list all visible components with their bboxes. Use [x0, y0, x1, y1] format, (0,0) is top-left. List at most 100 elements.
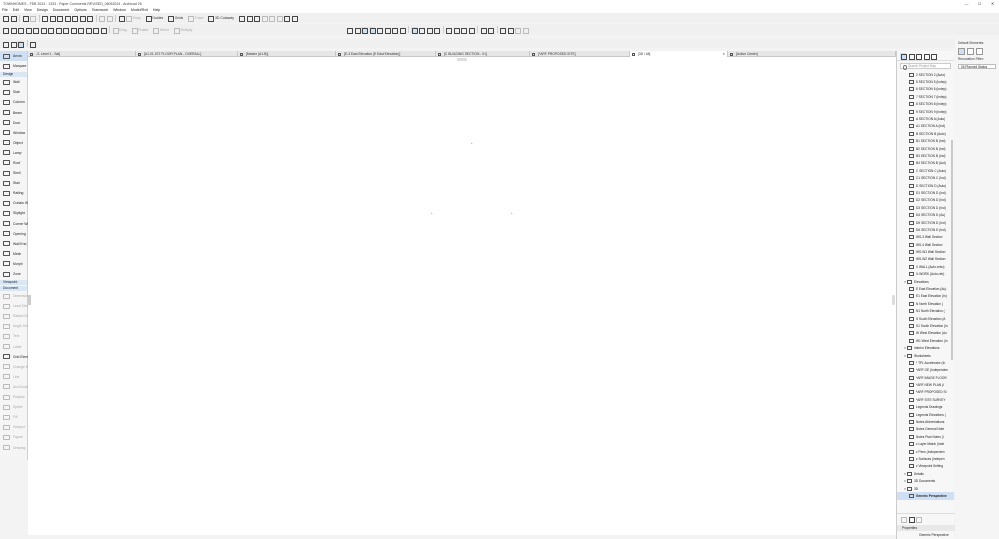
tree-item[interactable]: X-WORK (Auto-reb) — [897, 271, 954, 278]
zoom-out-icon[interactable] — [56, 15, 63, 22]
tool-fill[interactable]: Fill — [0, 412, 27, 422]
tool-arrow[interactable]: Arrow — [0, 51, 27, 62]
tool-hotspot[interactable]: Hotspot — [0, 422, 27, 432]
tree-item[interactable]: 6 SECTION 6 (Indep) — [897, 86, 954, 93]
toolbox-splitter[interactable] — [28, 295, 31, 305]
trace-dropdown[interactable]: Trace — [195, 16, 204, 20]
ungroup-icon[interactable] — [25, 27, 32, 34]
tree-item[interactable]: D5 SECTION D (Ind) — [897, 219, 954, 226]
tool-text[interactable]: Text — [0, 331, 27, 341]
tool-label[interactable]: Label — [0, 342, 27, 352]
tree-item[interactable]: N North Elevation ( — [897, 300, 954, 307]
tool-corner-window[interactable]: Corner Window — [0, 219, 36, 229]
tool-dimension[interactable]: Dimension — [0, 291, 29, 301]
publisher-icon[interactable] — [923, 53, 930, 60]
renovation-filter-select[interactable]: 06 Planned Status — [958, 64, 996, 69]
drag-dropdown[interactable]: Drag — [119, 28, 127, 32]
view-map-icon[interactable] — [908, 53, 915, 60]
tree-item[interactable]: WS-W1 Wall Section — [897, 248, 954, 255]
mirror-icon[interactable] — [152, 27, 160, 34]
tool-mesh[interactable]: Mesh — [0, 249, 27, 259]
tree-folder[interactable]: ▾ Elevations — [897, 278, 954, 285]
project-map-search[interactable]: Search Project Map — [900, 63, 951, 70]
syringe-icon[interactable] — [86, 15, 93, 22]
wall-tool-icon[interactable] — [2, 27, 9, 34]
tool-drawing[interactable]: Drawing — [0, 442, 27, 452]
canvas-top-handle[interactable] — [457, 58, 467, 61]
tool-radial-dim[interactable]: Radial Dim — [0, 311, 30, 321]
tree-folder[interactable]: ▾ Interior Elevations — [897, 344, 954, 351]
tree-item[interactable]: B4 SECTION B (Aut) — [897, 160, 954, 167]
pointer-icon[interactable] — [410, 26, 418, 34]
minimize-button[interactable]: — — [960, 0, 973, 7]
send-back-icon[interactable] — [62, 27, 69, 34]
layout-icon[interactable] — [41, 15, 48, 22]
new-file-icon[interactable] — [2, 15, 9, 22]
tree-item[interactable]: E East Elevation (Au) — [897, 285, 954, 292]
explore-icon[interactable] — [368, 26, 376, 34]
tree-item[interactable]: D3 SECTION D (Ind) — [897, 204, 954, 211]
tool-grid-element[interactable]: Grid Element — [0, 352, 33, 362]
tree-item[interactable]: Legends Drawings — [897, 404, 954, 411]
tool-wall[interactable]: Wall — [0, 77, 27, 87]
tree-item[interactable]: 7 SECTION 7 (Indep) — [897, 93, 954, 100]
tree-item[interactable]: WS-4 Wall Section — [897, 241, 954, 248]
tool-stair[interactable]: Stair — [0, 178, 27, 188]
marquee-icon[interactable] — [10, 41, 17, 48]
tree-item[interactable]: B SECTION B (Auto) — [897, 130, 954, 137]
new-view-icon[interactable] — [900, 516, 907, 523]
tree-item[interactable]: 8 SECTION 8 (Indep) — [897, 101, 954, 108]
resize-icon[interactable] — [514, 27, 521, 34]
tool-arc[interactable]: Arc/Circle — [0, 382, 28, 392]
shape-icon[interactable] — [106, 15, 113, 22]
multiply-icon[interactable] — [173, 27, 181, 34]
grids-icon[interactable] — [167, 15, 175, 22]
tree-item[interactable]: E1 East Elevation (In) — [897, 293, 954, 300]
tool-skylight[interactable]: Skylight — [0, 208, 27, 218]
tool-spline[interactable]: Spline — [0, 402, 27, 412]
layers-icon[interactable] — [118, 15, 125, 22]
multiply-label[interactable]: Multiply — [181, 28, 193, 32]
tree-item[interactable]: *ARF NEW PLAN (I — [897, 381, 954, 388]
tree-item[interactable]: X WALL (Auto-rebu) — [897, 263, 954, 270]
slab-tool-icon[interactable] — [10, 27, 17, 34]
cursor-icon[interactable] — [29, 41, 36, 48]
rotate-dropdown[interactable]: Rotate — [138, 28, 148, 32]
3d-view-icon[interactable] — [17, 40, 24, 48]
filter-icon[interactable] — [283, 15, 291, 22]
pen-icon[interactable] — [268, 15, 276, 22]
menu-model[interactable]: Model/Rvit — [131, 8, 148, 12]
default-element-settings-icon[interactable] — [976, 48, 983, 55]
tool-angle-dim[interactable]: Angle Dim — [0, 321, 29, 331]
tree-item[interactable]: 2 SECTION 2 (Auto) — [897, 71, 954, 78]
tree-item[interactable]: A1 SECTION A (Ind) — [897, 123, 954, 130]
pencil-edit-icon[interactable] — [445, 27, 452, 34]
tool-lamp[interactable]: Lamp — [0, 148, 27, 158]
tree-item[interactable]: 5 SECTION 5 (Indep) — [897, 78, 954, 85]
pan-icon[interactable] — [391, 27, 398, 34]
distribute-icon[interactable] — [77, 27, 84, 34]
menu-help[interactable]: Help — [153, 8, 160, 12]
grid-snap-icon[interactable] — [354, 27, 361, 34]
tool-zone[interactable]: Zone — [0, 269, 27, 279]
tool-object[interactable]: Object — [0, 138, 27, 148]
menu-view[interactable]: View — [24, 8, 32, 12]
stretch-icon[interactable] — [507, 27, 514, 34]
guides-dropdown[interactable]: Guides — [152, 16, 163, 20]
filter-elements-icon[interactable] — [499, 27, 506, 34]
tree-item[interactable]: WS-3 Wall Section — [897, 234, 954, 241]
tree-item[interactable]: Notes Plan Notes (I — [897, 433, 954, 440]
undo-icon[interactable] — [22, 15, 29, 22]
tree-item[interactable]: D2 SECTION D (Ind) — [897, 197, 954, 204]
line-icon[interactable] — [98, 15, 105, 22]
guides-icon[interactable] — [145, 15, 152, 22]
default-element-grid-icon[interactable] — [958, 48, 965, 55]
menu-edit[interactable]: Edit — [13, 8, 19, 12]
tree-folder[interactable]: ▾ 3D — [897, 485, 954, 492]
snap-label[interactable]: Snap — [133, 16, 141, 20]
section-viewpoint-header[interactable]: Viewpoint — [0, 280, 27, 286]
tree-item[interactable]: S South Elevation (A — [897, 315, 954, 322]
menu-document[interactable]: Document — [53, 8, 69, 12]
navigator-options-icon[interactable] — [930, 53, 937, 60]
pencil-icon[interactable] — [276, 15, 283, 22]
